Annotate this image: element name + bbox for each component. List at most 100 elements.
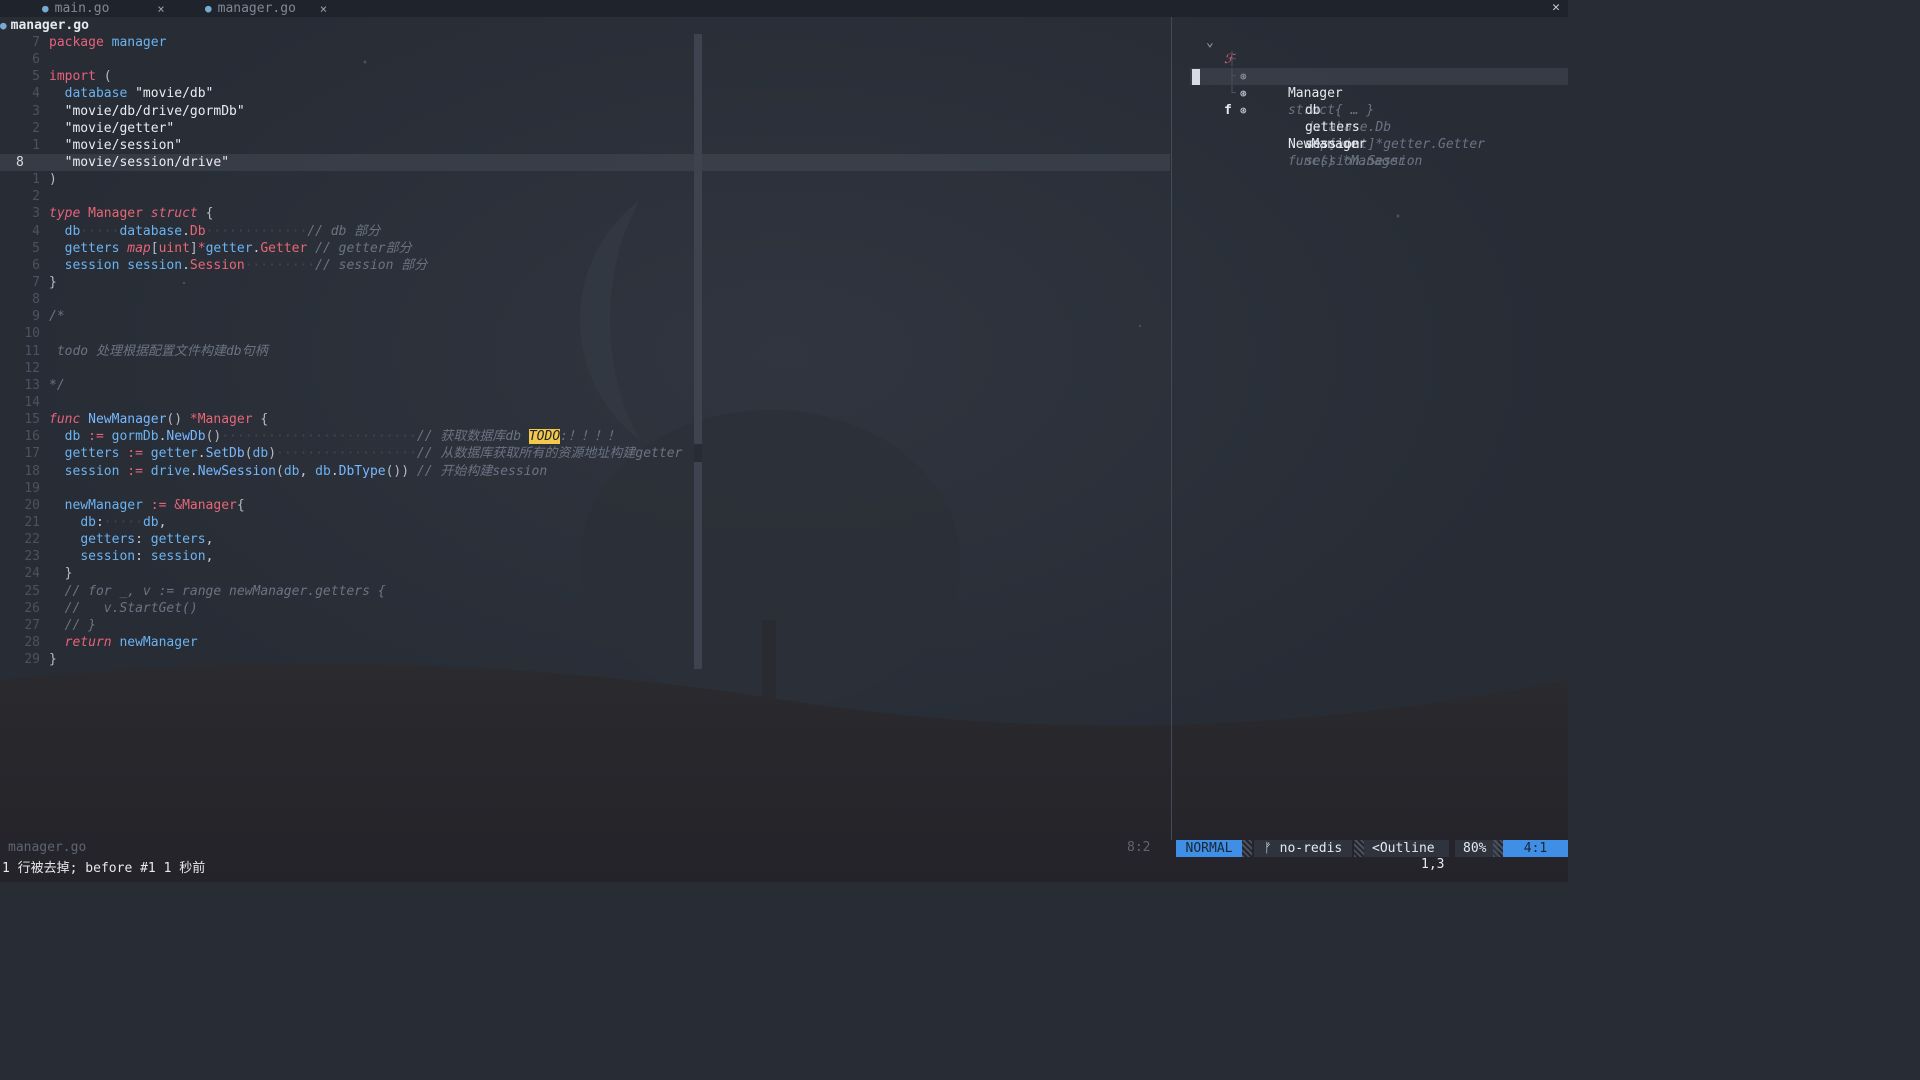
code-line[interactable]: 16 db := gormDb.NewDb()·················…	[0, 428, 1170, 445]
line-source: getters: getters,	[80, 532, 214, 548]
line-number: 5	[32, 69, 40, 85]
line-number: 1	[32, 172, 40, 188]
code-line[interactable]: 1 "movie/session"	[0, 137, 1170, 154]
code-line[interactable]: 4 db·····database.Db·············// db 部…	[0, 223, 1170, 240]
line-source: "movie/getter"	[64, 120, 175, 136]
line-source: }	[64, 566, 73, 582]
line-source: newManager := &Manager{	[64, 497, 245, 513]
code-line[interactable]: 15 func NewManager() *Manager {	[0, 411, 1170, 428]
line-source: return newManager	[64, 634, 198, 650]
line-source: "movie/db/drive/gormDb"	[64, 103, 245, 119]
line-number: 28	[24, 634, 40, 650]
code-line[interactable]: 4 database "movie/db"	[0, 85, 1170, 102]
line-number: 6	[32, 257, 40, 273]
status-separator	[1242, 840, 1252, 857]
outline-item-session[interactable]: └ ⊛ session session.Session	[1190, 68, 1568, 169]
code-line[interactable]: 12	[0, 360, 1170, 377]
code-line[interactable]: 25 // for _, v := range newManager.gette…	[0, 583, 1170, 600]
line-number: 8	[16, 154, 24, 170]
code-line[interactable]: 24 }	[0, 565, 1170, 582]
code-line[interactable]: 14	[0, 394, 1170, 411]
scrollbar[interactable]	[694, 34, 702, 669]
line-source: "movie/session"	[64, 137, 183, 153]
line-number: 25	[24, 583, 40, 599]
code-line[interactable]: 8	[0, 291, 1170, 308]
code-line[interactable]: 17 getters := getter.SetDb(db)··········…	[0, 445, 1170, 462]
code-line[interactable]: 27 // }	[0, 617, 1170, 634]
line-number: 3	[32, 206, 40, 222]
code-line[interactable]: 22 getters: getters,	[0, 531, 1170, 548]
outline-item-getters[interactable]: ├ ⊛ getters map[uint]*getter.Getter	[1190, 51, 1568, 152]
outline-item-manager[interactable]: ⌄ ℱ Manager struct{ … }	[1190, 17, 1568, 118]
code-editor[interactable]: 7 package manager 6 5 import (4 database "mo…	[0, 34, 1170, 668]
window-divider[interactable]	[1171, 17, 1172, 840]
status-filetype: <Outline	[1364, 840, 1449, 857]
line-number: 14	[24, 394, 40, 410]
tab-close-icon[interactable]: ×	[320, 2, 327, 16]
status-location: 4:1	[1503, 840, 1568, 857]
code-line[interactable]: 6 session session.Session·········// ses…	[0, 257, 1170, 274]
line-number: 19	[24, 480, 40, 496]
line-source: type Manager struct {	[49, 206, 214, 222]
line-number: 13	[24, 377, 40, 393]
status-branch: ᚠ no-redis	[1254, 840, 1353, 857]
code-line[interactable]: 2	[0, 188, 1170, 205]
code-line[interactable]: 23 session: session,	[0, 548, 1170, 565]
line-number: 4	[32, 223, 40, 239]
code-line[interactable]: 28 return newManager	[0, 634, 1170, 651]
line-number: 23	[24, 549, 40, 565]
line-number: 9	[32, 309, 40, 325]
line-source: todo 处理根据配置文件构建db句柄	[56, 343, 268, 359]
code-line[interactable]: 21 db:·····db,	[0, 514, 1170, 531]
code-line[interactable]: 13 */	[0, 377, 1170, 394]
code-line[interactable]: 29}	[0, 651, 1170, 668]
line-source: db·····database.Db·············// db 部分	[64, 223, 381, 239]
line-source: getters := getter.SetDb(db)·············…	[64, 446, 683, 462]
line-source: // v.StartGet()	[64, 600, 198, 616]
code-line[interactable]: 3 type Manager struct {	[0, 205, 1170, 222]
outline-item-db[interactable]: ├ ⊛ db database.Db	[1190, 34, 1568, 135]
code-line-current[interactable]: 8 "movie/session/drive"	[0, 153, 1170, 172]
line-number: 17	[24, 446, 40, 462]
line-source: db:·····db,	[80, 514, 167, 530]
scrollbar-gap	[694, 444, 702, 462]
code-line[interactable]: 19	[0, 480, 1170, 497]
tab-close-icon[interactable]: ×	[157, 2, 164, 16]
line-number: 15	[24, 412, 40, 428]
line-number: 26	[24, 600, 40, 616]
line-number: 29	[24, 652, 40, 668]
code-line[interactable]: 11 todo 处理根据配置文件构建db句柄	[0, 343, 1170, 360]
line-number: 22	[24, 532, 40, 548]
code-line[interactable]: 1)	[0, 171, 1170, 188]
line-number: 2	[32, 189, 40, 205]
outline-item-detail: func() *Manager	[1287, 154, 1406, 169]
code-line[interactable]: 7}	[0, 274, 1170, 291]
line-number: 18	[24, 463, 40, 479]
status-mode: NORMAL	[1176, 840, 1242, 857]
code-line[interactable]: 2 "movie/getter"	[0, 120, 1170, 137]
code-line[interactable]: 20 newManager := &Manager{	[0, 497, 1170, 514]
code-line[interactable]: 6	[0, 51, 1170, 68]
tab-main-go[interactable]: ● main.go ×	[42, 0, 165, 17]
line-source: // }	[64, 617, 96, 633]
code-line[interactable]: 9 /*	[0, 308, 1170, 325]
code-line[interactable]: 5 getters map[uint]*getter.Getter // get…	[0, 240, 1170, 257]
line-number: 3	[32, 103, 40, 119]
code-line[interactable]: 18 session := drive.NewSession(db, db.Db…	[0, 463, 1170, 480]
code-line[interactable]: 3 "movie/db/drive/gormDb"	[0, 103, 1170, 120]
line-number: 10	[24, 326, 40, 342]
code-line[interactable]: 10	[0, 325, 1170, 342]
status-filename: manager.go	[8, 840, 87, 855]
outline-panel[interactable]: ⌄ ℱ Manager struct{ … } ├ ⊛ db database.…	[1190, 17, 1568, 169]
line-source: getters map[uint]*getter.Getter // gette…	[64, 240, 412, 256]
outline-item-newmanager[interactable]: f NewManager func() *Manager	[1190, 85, 1568, 169]
code-line[interactable]: 5 import (	[0, 68, 1170, 85]
code-line[interactable]: 26 // v.StartGet()	[0, 600, 1170, 617]
code-line[interactable]: 7 package manager	[0, 34, 1170, 51]
field-icon: ⊛	[1240, 104, 1247, 117]
command-line[interactable]: 1 行被去掉; before #1 1 秒前 1,3	[0, 857, 1568, 876]
tab-manager-go[interactable]: ● manager.go ×	[205, 0, 327, 17]
close-all-icon[interactable]: ✕	[1552, 0, 1560, 15]
line-source: )	[49, 172, 57, 188]
line-number: 24	[24, 566, 40, 582]
